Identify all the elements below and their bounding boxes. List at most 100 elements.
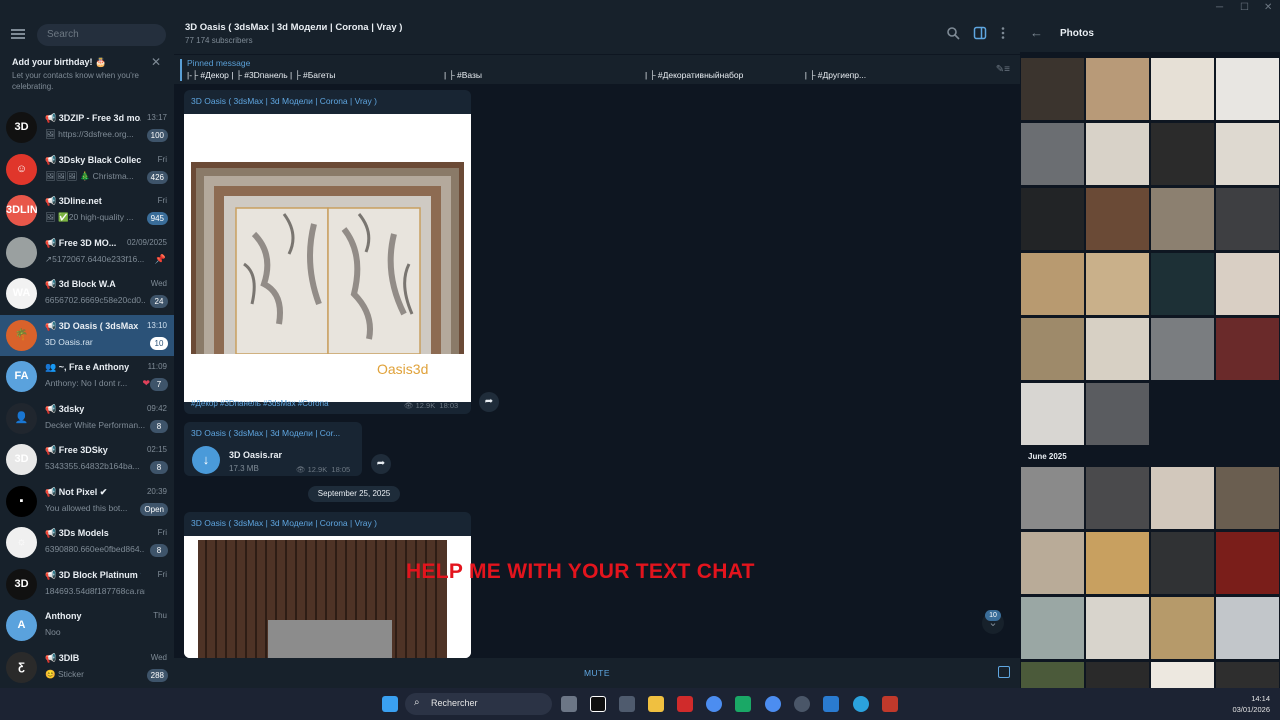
winrar-icon[interactable] — [882, 696, 898, 712]
photo-thumbnail[interactable] — [1021, 532, 1084, 594]
birthday-banner[interactable]: Add your birthday! 🎂 Let your contacts k… — [0, 52, 174, 106]
forward-button[interactable]: ➦ — [371, 454, 391, 474]
task-view-icon[interactable] — [561, 696, 577, 712]
snipping-icon[interactable] — [823, 696, 839, 712]
search-icon[interactable] — [946, 26, 960, 40]
chat-item[interactable]: 🌴 📢 3D Oasis ( 3dsMax ... 13:10 3D Oasis.ra… — [0, 314, 174, 356]
taskbar-clock[interactable]: 14:14 03/01/2026 — [1232, 693, 1270, 715]
photo-thumbnail[interactable] — [1216, 662, 1279, 688]
photo-thumbnail[interactable] — [1151, 597, 1214, 659]
sidebar-toggle-icon[interactable] — [973, 26, 987, 40]
chat-item[interactable]: WA 📢 3d Block W.A Wed 6656702.6669c58e20cd0… — [0, 273, 174, 314]
post-hashtags[interactable]: #Декор #3Dпанель #3dsMax #Corona — [191, 399, 329, 408]
photo-thumbnail[interactable] — [1216, 253, 1279, 315]
chat-item[interactable]: Ƹ 📢 3DIB Wed 😊 Sticker 288 — [0, 647, 174, 688]
post-image[interactable] — [184, 536, 471, 658]
file-name[interactable]: 3D Oasis.rar — [229, 450, 282, 460]
photo-thumbnail[interactable] — [1151, 532, 1214, 594]
photo-thumbnail[interactable] — [1086, 58, 1149, 120]
photo-thumbnail[interactable] — [1151, 662, 1214, 688]
photo-thumbnail[interactable] — [1086, 318, 1149, 380]
back-arrow-icon[interactable]: ← — [1030, 25, 1043, 40]
photo-thumbnail[interactable] — [1021, 467, 1084, 529]
photo-thumbnail[interactable] — [1086, 597, 1149, 659]
photo-thumbnail[interactable] — [1151, 58, 1214, 120]
file-channel-name[interactable]: 3D Oasis ( 3dsMax | 3d Модели | Cor... — [191, 428, 340, 438]
more-options-icon[interactable] — [996, 26, 1010, 40]
chrome-icon[interactable] — [706, 696, 722, 712]
post-image[interactable]: Oasis3d — [184, 114, 471, 402]
photo-thumbnail[interactable] — [1216, 58, 1279, 120]
photo-thumbnail[interactable] — [1151, 123, 1214, 185]
photo-thumbnail[interactable] — [1216, 597, 1279, 659]
pinned-message-bar[interactable]: Pinned message |-├ #Декор | ├ #3Dпанель … — [174, 54, 1020, 84]
mute-button[interactable]: MUTE — [174, 668, 1020, 678]
photo-thumbnail[interactable] — [1151, 467, 1214, 529]
photo-thumbnail[interactable] — [1086, 253, 1149, 315]
photo-thumbnail[interactable] — [1021, 597, 1084, 659]
photo-thumbnail[interactable] — [1151, 188, 1214, 250]
unread-count-badge: 10 — [985, 610, 1001, 621]
chat-item[interactable]: A Anthony Thu Noo — [0, 605, 174, 646]
forward-button[interactable]: ➦ — [479, 392, 499, 412]
chat-preview: Noo — [45, 627, 61, 637]
photo-thumbnail[interactable] — [1086, 532, 1149, 594]
channel-post[interactable]: 3D Oasis ( 3dsMax | 3d Модели | Corona |… — [184, 90, 471, 414]
post-channel-name[interactable]: 3D Oasis ( 3dsMax | 3d Модели | Corona |… — [191, 96, 377, 106]
pinned-list-icon[interactable]: ✎≡ — [996, 64, 1010, 75]
chat-item[interactable]: 📢 Free 3D MO... 02/09/2025 ↗5172067.6440e2… — [0, 232, 174, 273]
telegram-icon[interactable] — [853, 696, 869, 712]
file-message[interactable]: 3D Oasis ( 3dsMax | 3d Модели | Cor... ↓… — [184, 422, 362, 476]
photo-thumbnail[interactable] — [1086, 467, 1149, 529]
settings-icon[interactable] — [794, 696, 810, 712]
photo-thumbnail[interactable] — [1021, 318, 1084, 380]
view-count: 12.9K — [415, 401, 436, 410]
photo-thumbnail[interactable] — [1216, 188, 1279, 250]
photo-thumbnail[interactable] — [1086, 188, 1149, 250]
photo-thumbnail[interactable] — [1086, 662, 1149, 688]
file-explorer-icon[interactable] — [648, 696, 664, 712]
autocad-icon[interactable] — [677, 696, 693, 712]
taskbar-search[interactable]: ⌕ Rechercher — [405, 693, 552, 715]
tradingview-icon[interactable] — [590, 696, 606, 712]
message-area[interactable]: 3D Oasis ( 3dsMax | 3d Модели | Corona |… — [174, 84, 1020, 658]
photo-thumbnail[interactable] — [1086, 383, 1149, 445]
chat-item[interactable]: 3D 📢 3DZIP - Free 3d mo... 13:17 🖼 https://… — [0, 107, 174, 148]
photo-thumbnail[interactable] — [1021, 662, 1084, 688]
photo-thumbnail[interactable] — [1216, 318, 1279, 380]
photo-thumbnail[interactable] — [1216, 467, 1279, 529]
chat-item[interactable]: 3DLINE 📢 3Dline.net Fri 🖼 ✅20 high-quality … — [0, 190, 174, 231]
photo-thumbnail[interactable] — [1151, 253, 1214, 315]
channel-post[interactable]: 3D Oasis ( 3dsMax | 3d Модели | Corona |… — [184, 512, 471, 658]
download-icon[interactable]: ↓ — [192, 446, 220, 474]
chat-item[interactable]: ▪ 📢 Not Pixel ✔ 20:39 You allowed this bot.… — [0, 481, 174, 522]
start-icon[interactable] — [382, 696, 398, 712]
chat-item[interactable]: 3D 📢 Free 3DSky 02:15 5343355.64832b164ba..… — [0, 439, 174, 480]
calculator-icon[interactable] — [619, 696, 635, 712]
close-window-icon[interactable]: ✕ — [1264, 2, 1272, 13]
minimize-icon[interactable]: ─ — [1216, 2, 1223, 13]
chrome-icon-2[interactable] — [765, 696, 781, 712]
photo-thumbnail[interactable] — [1021, 383, 1084, 445]
photo-thumbnail[interactable] — [1021, 253, 1084, 315]
photo-thumbnail[interactable] — [1151, 318, 1214, 380]
photo-thumbnail[interactable] — [1021, 123, 1084, 185]
search-input[interactable]: Search — [37, 24, 166, 46]
hamburger-menu-icon[interactable] — [11, 29, 25, 39]
chat-item[interactable]: ☺ 📢 3Dsky Black Collectio... Fri 🖼🖼🖼 🎄 Chri… — [0, 149, 174, 190]
photo-thumbnail[interactable] — [1216, 532, 1279, 594]
photo-thumbnail[interactable] — [1216, 123, 1279, 185]
close-icon[interactable]: ✕ — [151, 55, 161, 69]
photo-thumbnail[interactable] — [1086, 123, 1149, 185]
post-channel-name[interactable]: 3D Oasis ( 3dsMax | 3d Модели | Corona |… — [191, 518, 377, 528]
maximize-icon[interactable]: ☐ — [1240, 2, 1249, 13]
chat-item[interactable]: 👤 📢 3dsky 09:42 Decker White Performan... 8 — [0, 398, 174, 439]
chat-item[interactable]: 3D 📢 3D Block Platinum 💎 Fri 184693.54d8f18… — [0, 564, 174, 605]
gift-icon[interactable] — [998, 666, 1010, 678]
chat-item[interactable]: ☼ 📢 3Ds Models Fri 6390880.660ee0fbed864...… — [0, 522, 174, 563]
photo-thumbnail[interactable] — [1021, 188, 1084, 250]
chat-header[interactable]: 3D Oasis ( 3dsMax | 3d Модели | Corona |… — [174, 16, 1020, 54]
3dsmax-icon[interactable] — [735, 696, 751, 712]
photo-thumbnail[interactable] — [1021, 58, 1084, 120]
chat-item[interactable]: FA 👥 ~, Fra e Anthony 11:09 Anthony: No I d… — [0, 356, 174, 397]
